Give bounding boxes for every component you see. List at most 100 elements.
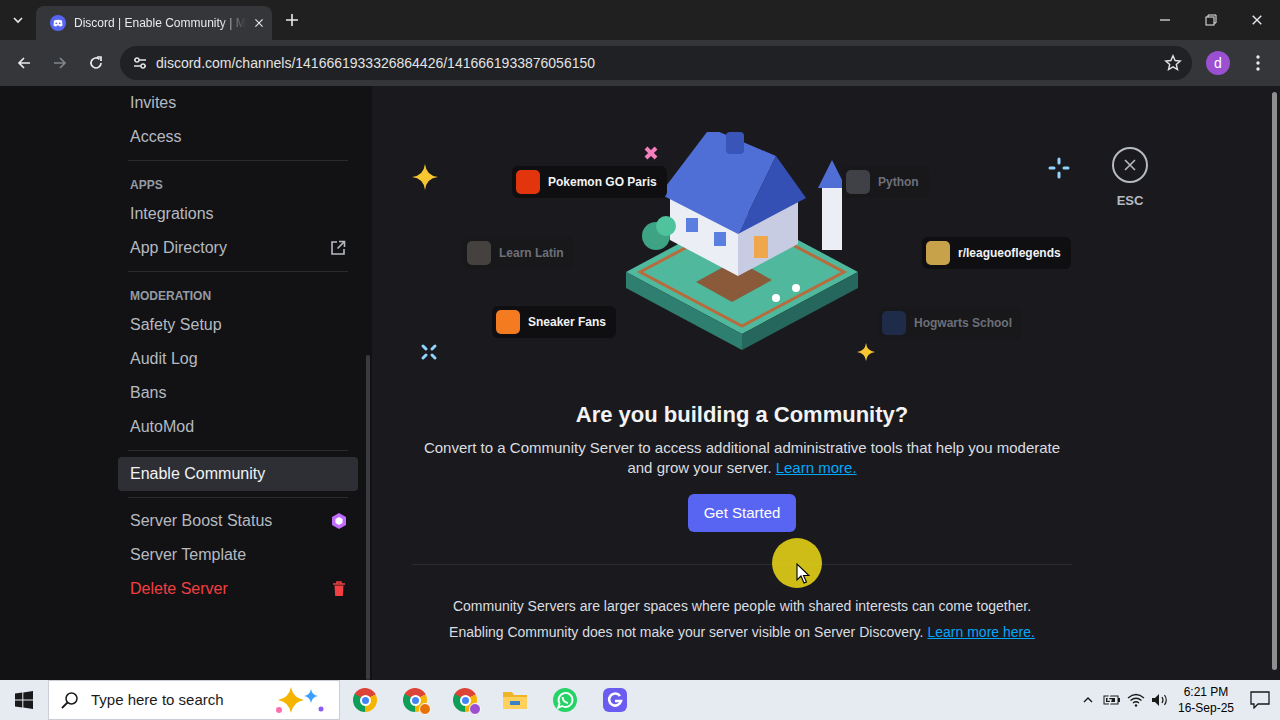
hero-description: Convert to a Community Server to access …: [412, 438, 1072, 478]
sidebar-label: Enable Community: [130, 463, 265, 485]
sidebar-label: Audit Log: [130, 348, 198, 370]
sidebar-scrollbar[interactable]: [366, 355, 370, 680]
close-settings[interactable]: ESC: [1112, 147, 1148, 680]
sidebar-separator: [128, 497, 348, 498]
footer-line: Community Servers are larger spaces wher…: [412, 593, 1072, 619]
sidebar-item[interactable]: Server Template: [118, 538, 358, 572]
close-tab-icon[interactable]: [254, 18, 264, 28]
learn-more-link[interactable]: Learn more.: [776, 459, 857, 476]
taskbar-search[interactable]: [48, 680, 340, 720]
server-chip: Python: [842, 166, 929, 198]
profile-avatar[interactable]: d: [1206, 51, 1230, 75]
sidebar-label: Invites: [130, 92, 176, 114]
close-window-icon[interactable]: [1234, 0, 1280, 40]
new-tab-icon[interactable]: [272, 0, 312, 40]
taskbar-app[interactable]: [540, 680, 590, 720]
server-chip: Hogwarts School: [878, 307, 1022, 339]
site-settings-icon[interactable]: [132, 55, 148, 71]
sidebar-item-row: Bans: [130, 382, 346, 404]
sidebar-header: APPS: [118, 167, 358, 197]
taskbar-app[interactable]: [340, 680, 390, 720]
sidebar-label: Bans: [130, 382, 166, 404]
search-icon: [61, 691, 79, 709]
sidebar-item[interactable]: Audit Log: [118, 342, 358, 376]
community-panel: Pokemon GO ParisPythonLearn Latinr/leagu…: [412, 86, 1072, 680]
sidebar-item-row: App Directory: [130, 237, 346, 259]
boost-gem-icon: [332, 513, 346, 529]
app-icon: [602, 687, 628, 713]
sidebar-item[interactable]: Access: [118, 120, 358, 154]
sidebar-item[interactable]: AutoMod: [118, 410, 358, 444]
forward-icon[interactable]: [42, 45, 78, 81]
server-avatar-icon: [496, 310, 520, 334]
sidebar-item[interactable]: Server Boost Status: [118, 504, 358, 538]
sidebar-item-row: Integrations: [130, 203, 346, 225]
server-name: Sneaker Fans: [528, 313, 606, 331]
sidebar-item[interactable]: Invites: [118, 86, 358, 120]
tab-search-icon[interactable]: [0, 0, 36, 40]
clock-time: 6:21 PM: [1172, 684, 1240, 700]
sidebar-label: Integrations: [130, 203, 214, 225]
sidebar-item-row: Server Template: [130, 544, 346, 566]
folder-icon: [502, 689, 528, 711]
taskbar-app[interactable]: [490, 680, 540, 720]
sidebar-item[interactable]: Delete Server: [118, 572, 358, 606]
chrome-icon: [403, 688, 427, 712]
sidebar-item[interactable]: Enable Community: [118, 457, 358, 491]
taskbar-app[interactable]: [590, 680, 640, 720]
sparkle-icon: [420, 343, 438, 361]
button-row: Get Started: [412, 494, 1072, 532]
sidebar-item-row: Enable Community: [130, 463, 346, 485]
server-avatar-icon: [516, 170, 540, 194]
learn-more-link[interactable]: Learn more here.: [927, 624, 1034, 640]
address-bar[interactable]: discord.com/channels/1416661933326864426…: [120, 46, 1192, 80]
volume-icon[interactable]: [1148, 693, 1172, 707]
sidebar-item-row: Audit Log: [130, 348, 346, 370]
sidebar-item[interactable]: App Directory: [118, 231, 358, 265]
search-input[interactable]: [89, 688, 261, 713]
profile-icon: [469, 703, 481, 715]
taskbar-app[interactable]: [390, 680, 440, 720]
community-illustration: Pokemon GO ParisPythonLearn Latinr/leagu…: [412, 86, 1072, 400]
sidebar-item[interactable]: Safety Setup: [118, 308, 358, 342]
external-link-icon: [330, 240, 346, 256]
sidebar-item-row: Safety Setup: [130, 314, 346, 336]
discord-app: Invites Access APPS Integrations App Directo…: [0, 86, 1280, 680]
reload-icon[interactable]: [78, 45, 114, 81]
sidebar-separator: [128, 160, 348, 161]
notification-icon[interactable]: [1240, 691, 1280, 709]
chevron-up-icon[interactable]: [1076, 694, 1100, 706]
esc-label: ESC: [1117, 191, 1144, 211]
star-icon: [412, 164, 438, 190]
chrome-icon: [453, 688, 477, 712]
tab-strip: Discord | Enable Community | M: [0, 0, 1280, 40]
sidebar-header: MODERATION: [118, 278, 358, 308]
clock[interactable]: 6:21 PM16-Sep-25: [1172, 684, 1240, 716]
server-avatar-icon: [882, 311, 906, 335]
battery-icon[interactable]: [1100, 693, 1124, 707]
cursor-icon: [796, 563, 810, 585]
restore-icon[interactable]: [1188, 0, 1234, 40]
url-text[interactable]: discord.com/channels/1416661933326864426…: [156, 53, 1156, 74]
page-scrollbar: [1268, 86, 1280, 680]
sidebar-item[interactable]: Bans: [118, 376, 358, 410]
bookmark-star-icon[interactable]: [1164, 54, 1182, 72]
minimize-icon[interactable]: [1142, 0, 1188, 40]
sidebar-label: Safety Setup: [130, 314, 222, 336]
main-pane: Pokemon GO ParisPythonLearn Latinr/leagu…: [372, 86, 1280, 680]
divider: [412, 564, 1072, 565]
server-name: r/leagueoflegends: [958, 244, 1061, 262]
sidebar-separator: [128, 450, 348, 451]
sidebar-item[interactable]: Integrations: [118, 197, 358, 231]
discord-icon: [50, 15, 66, 31]
browser-tab[interactable]: Discord | Enable Community | M: [36, 6, 272, 40]
windows-start-icon[interactable]: [0, 680, 48, 720]
taskbar-app[interactable]: [440, 680, 490, 720]
back-icon[interactable]: [6, 45, 42, 81]
window-controls: [1142, 0, 1280, 40]
wifi-icon[interactable]: [1124, 693, 1148, 707]
scrollbar-thumb[interactable]: [1272, 92, 1277, 670]
close-icon[interactable]: [1112, 147, 1148, 183]
get-started-button[interactable]: Get Started: [688, 494, 797, 532]
menu-icon[interactable]: [1240, 45, 1276, 81]
